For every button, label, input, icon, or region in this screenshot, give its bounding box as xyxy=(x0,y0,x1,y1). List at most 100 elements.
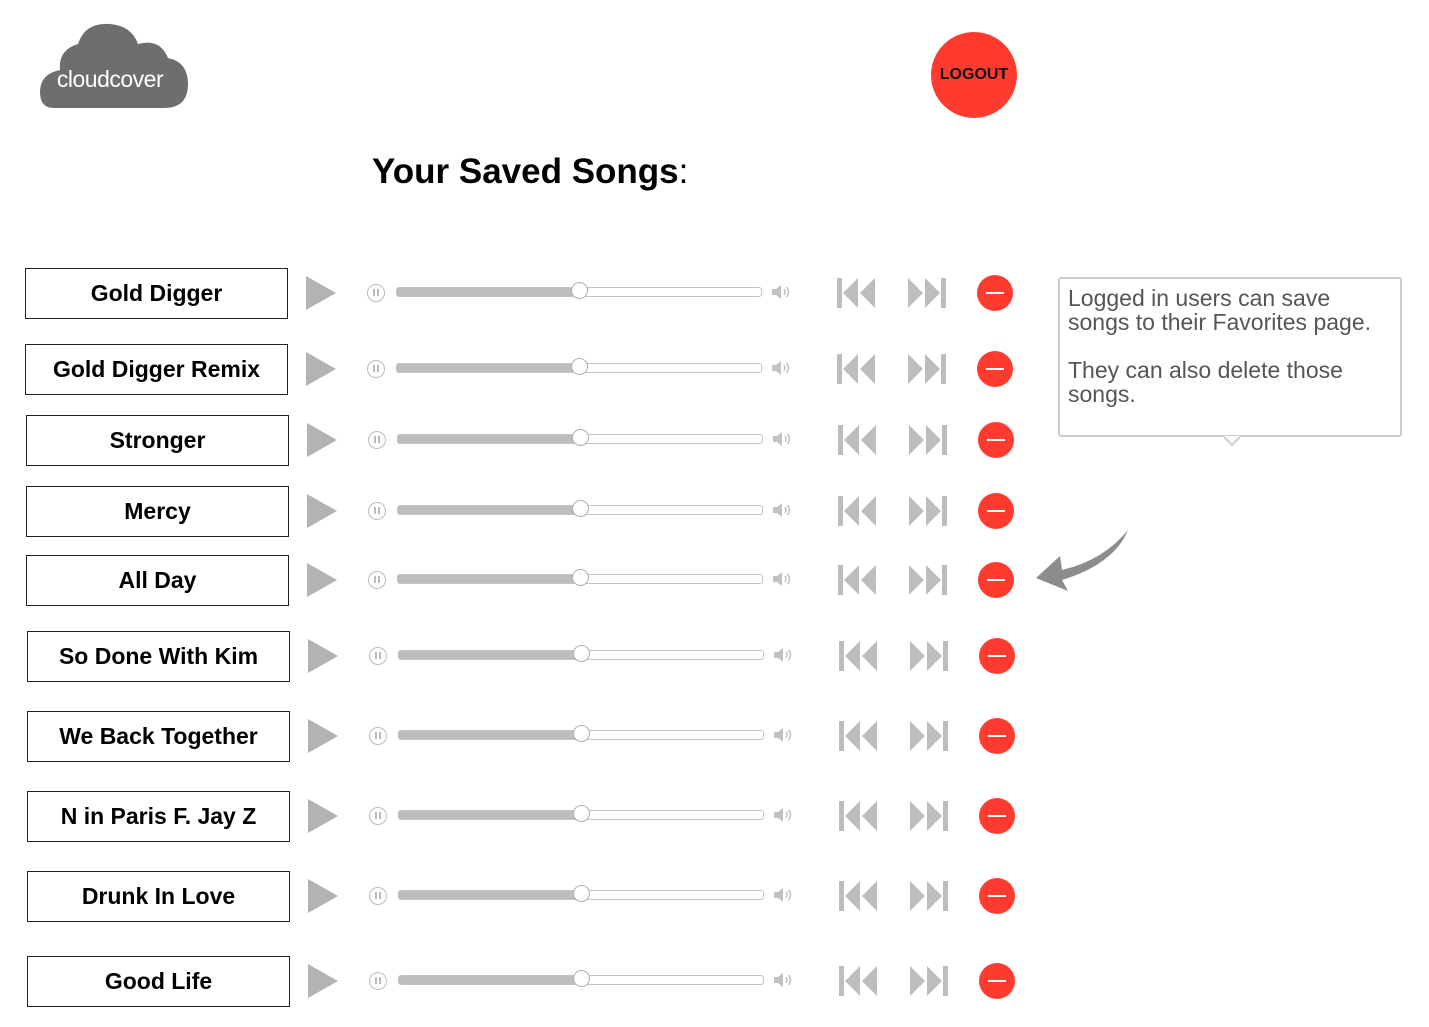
volume-icon[interactable] xyxy=(773,727,793,743)
progress-slider[interactable] xyxy=(397,569,763,586)
skip-forward-icon[interactable] xyxy=(909,424,949,456)
play-icon[interactable] xyxy=(307,494,337,528)
skip-forward-icon[interactable] xyxy=(908,353,948,385)
play-icon[interactable] xyxy=(308,639,338,673)
volume-icon[interactable] xyxy=(772,571,792,587)
song-title[interactable]: Gold Digger Remix xyxy=(25,344,288,395)
delete-song-button[interactable] xyxy=(977,351,1013,387)
volume-icon[interactable] xyxy=(772,431,792,447)
progress-knob[interactable] xyxy=(573,805,590,822)
pause-icon[interactable] xyxy=(369,807,387,825)
progress-slider[interactable] xyxy=(396,282,762,299)
volume-icon[interactable] xyxy=(771,360,791,376)
song-title[interactable]: Stronger xyxy=(26,415,289,466)
progress-slider[interactable] xyxy=(398,970,764,987)
delete-song-button[interactable] xyxy=(978,562,1014,598)
pause-icon[interactable] xyxy=(368,571,386,589)
callout-text-2: They can also delete those songs. xyxy=(1068,357,1343,407)
delete-song-button[interactable] xyxy=(979,878,1015,914)
song-title[interactable]: N in Paris F. Jay Z xyxy=(27,791,290,842)
pause-icon[interactable] xyxy=(369,727,387,745)
skip-forward-icon[interactable] xyxy=(908,277,948,309)
progress-slider[interactable] xyxy=(397,500,763,517)
skip-back-icon[interactable] xyxy=(838,495,878,527)
delete-song-button[interactable] xyxy=(978,493,1014,529)
progress-knob[interactable] xyxy=(573,885,590,902)
progress-knob[interactable] xyxy=(572,569,589,586)
song-title[interactable]: We Back Together xyxy=(27,711,290,762)
song-title[interactable]: Drunk In Love xyxy=(27,871,290,922)
skip-forward-icon[interactable] xyxy=(910,640,950,672)
progress-slider[interactable] xyxy=(397,429,763,446)
play-icon[interactable] xyxy=(307,563,337,597)
progress-knob[interactable] xyxy=(572,429,589,446)
progress-knob[interactable] xyxy=(572,500,589,517)
song-row: We Back Together xyxy=(27,707,1067,767)
skip-back-icon[interactable] xyxy=(838,424,878,456)
song-title[interactable]: Mercy xyxy=(26,486,289,537)
page-title-text: Your Saved Songs xyxy=(372,152,679,191)
song-title[interactable]: Good Life xyxy=(27,956,290,1007)
pause-icon[interactable] xyxy=(369,972,387,990)
volume-icon[interactable] xyxy=(773,972,793,988)
delete-song-button[interactable] xyxy=(979,718,1015,754)
progress-knob[interactable] xyxy=(573,970,590,987)
play-icon[interactable] xyxy=(308,719,338,753)
progress-slider[interactable] xyxy=(396,358,762,375)
pause-icon[interactable] xyxy=(368,431,386,449)
play-icon[interactable] xyxy=(308,964,338,998)
skip-back-icon[interactable] xyxy=(839,800,879,832)
page-title-colon: : xyxy=(678,152,689,191)
logout-button[interactable]: LOGOUT xyxy=(931,32,1017,118)
pause-icon[interactable] xyxy=(367,284,385,302)
volume-icon[interactable] xyxy=(771,284,791,300)
progress-slider[interactable] xyxy=(398,645,764,662)
volume-icon[interactable] xyxy=(773,807,793,823)
skip-forward-icon[interactable] xyxy=(909,495,949,527)
pause-icon[interactable] xyxy=(367,360,385,378)
song-row: Good Life xyxy=(27,952,1067,1012)
delete-song-button[interactable] xyxy=(978,422,1014,458)
skip-back-icon[interactable] xyxy=(839,880,879,912)
progress-fill xyxy=(398,575,580,583)
play-icon[interactable] xyxy=(306,352,336,386)
play-icon[interactable] xyxy=(307,423,337,457)
song-title[interactable]: So Done With Kim xyxy=(27,631,290,682)
progress-fill xyxy=(399,811,581,819)
progress-fill xyxy=(399,976,581,984)
delete-song-button[interactable] xyxy=(977,275,1013,311)
progress-knob[interactable] xyxy=(573,725,590,742)
skip-forward-icon[interactable] xyxy=(910,800,950,832)
skip-forward-icon[interactable] xyxy=(910,720,950,752)
song-title[interactable]: All Day xyxy=(26,555,289,606)
progress-slider[interactable] xyxy=(398,805,764,822)
volume-icon[interactable] xyxy=(773,887,793,903)
play-icon[interactable] xyxy=(306,276,336,310)
play-icon[interactable] xyxy=(308,799,338,833)
skip-forward-icon[interactable] xyxy=(910,880,950,912)
delete-song-button[interactable] xyxy=(979,798,1015,834)
skip-back-icon[interactable] xyxy=(839,720,879,752)
volume-icon[interactable] xyxy=(772,502,792,518)
delete-song-button[interactable] xyxy=(979,638,1015,674)
pause-icon[interactable] xyxy=(369,647,387,665)
progress-knob[interactable] xyxy=(571,282,588,299)
progress-slider[interactable] xyxy=(398,725,764,742)
volume-icon[interactable] xyxy=(773,647,793,663)
pause-icon[interactable] xyxy=(368,502,386,520)
skip-back-icon[interactable] xyxy=(838,564,878,596)
skip-forward-icon[interactable] xyxy=(910,965,950,997)
pause-icon[interactable] xyxy=(369,887,387,905)
skip-back-icon[interactable] xyxy=(837,277,877,309)
song-title[interactable]: Gold Digger xyxy=(25,268,288,319)
skip-back-icon[interactable] xyxy=(839,640,879,672)
play-icon[interactable] xyxy=(308,879,338,913)
skip-back-icon[interactable] xyxy=(837,353,877,385)
progress-slider[interactable] xyxy=(398,885,764,902)
skip-forward-icon[interactable] xyxy=(909,564,949,596)
progress-knob[interactable] xyxy=(571,358,588,375)
delete-song-button[interactable] xyxy=(979,963,1015,999)
cloudcover-logo[interactable]: cloudcover xyxy=(40,22,190,112)
progress-knob[interactable] xyxy=(573,645,590,662)
skip-back-icon[interactable] xyxy=(839,965,879,997)
